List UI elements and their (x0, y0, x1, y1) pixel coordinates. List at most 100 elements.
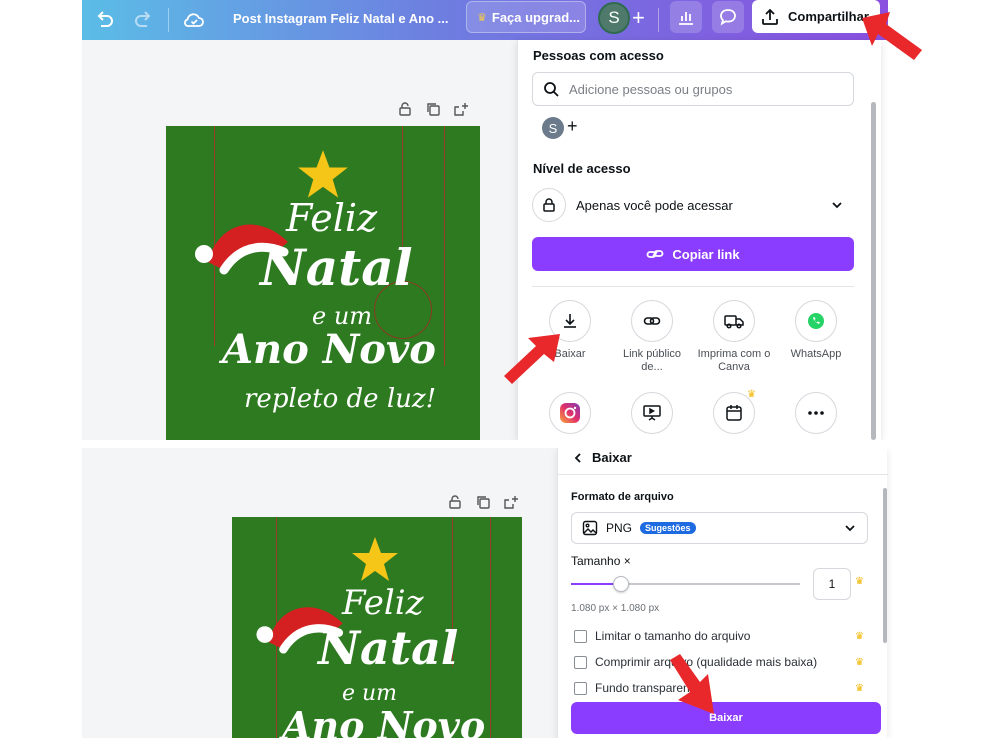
upgrade-label: Faça upgrad... (491, 9, 581, 25)
collaborator-avatar[interactable]: S (542, 117, 564, 139)
page-tools-2 (447, 494, 519, 510)
crown-icon: ♛ (855, 631, 864, 642)
chevron-left-icon (574, 452, 581, 463)
design-text-feliz: Feliz (286, 196, 378, 240)
arrow-annotation-download (504, 334, 560, 384)
ornament-string (444, 126, 445, 366)
download-view: Feliz Natal e um Ano Novo Baixar Formato… (0, 448, 984, 738)
print-option-label: Imprima com o Canva (697, 348, 771, 373)
access-level-title: Nível de acesso (533, 161, 631, 176)
checkbox-box[interactable] (574, 655, 587, 669)
add-page-icon[interactable] (503, 494, 519, 510)
size-input[interactable]: 1 (813, 568, 851, 600)
instagram-option[interactable] (530, 392, 610, 440)
suggestions-badge: Sugestões (640, 522, 696, 534)
public-link-option[interactable]: Link público de... (612, 300, 692, 374)
design-text-ano-novo: Ano Novo (282, 703, 486, 738)
lock-icon[interactable] (397, 101, 413, 117)
image-icon (582, 520, 598, 536)
top-toolbar: Post Instagram Feliz Natal e Ano ... ♛ F… (82, 0, 888, 40)
add-people-input[interactable]: Adicione pessoas ou grupos (532, 72, 854, 106)
more-options[interactable] (776, 392, 856, 440)
dimensions-text: 1.080 px × 1.080 px (571, 603, 660, 614)
access-level-value: Apenas você pode acessar (576, 197, 733, 213)
file-format-title: Formato de arquivo (571, 491, 674, 503)
arrow-annotation-share (862, 12, 922, 60)
comment-button[interactable] (712, 1, 744, 33)
present-icon (631, 392, 673, 434)
design-preview[interactable]: Feliz Natal e um Ano Novo repleto de luz… (166, 126, 480, 440)
share-view: Post Instagram Feliz Natal e Ano ... ♛ F… (0, 0, 984, 440)
insights-button[interactable] (670, 1, 702, 33)
redo-icon[interactable] (132, 8, 156, 32)
people-access-title: Pessoas com acesso (533, 48, 664, 63)
size-slider-handle[interactable] (613, 576, 630, 592)
crown-icon: ♛ (477, 11, 487, 24)
search-icon (544, 82, 559, 97)
user-avatar[interactable]: S (598, 2, 630, 34)
whatsapp-option[interactable]: WhatsApp (776, 300, 856, 361)
link-icon (631, 300, 673, 342)
print-option[interactable]: Imprima com o Canva (694, 300, 774, 374)
toolbar-divider (168, 8, 169, 32)
public-link-option-label: Link público de... (622, 348, 682, 373)
panel-scrollbar[interactable] (871, 102, 876, 440)
size-slider[interactable] (571, 576, 800, 592)
crown-icon: ♛ (855, 683, 864, 694)
add-collaborator-icon[interactable]: + (567, 116, 578, 137)
panel-scrollbar[interactable] (883, 488, 887, 643)
crown-icon: ♛ (855, 657, 864, 668)
instagram-icon (549, 392, 591, 434)
design-preview-2[interactable]: Feliz Natal e um Ano Novo (232, 517, 522, 738)
present-option[interactable] (612, 392, 692, 440)
design-text-ano-novo: Ano Novo (222, 326, 436, 373)
size-title: Tamanho × (571, 554, 631, 568)
file-format-value: PNG (606, 521, 633, 535)
duplicate-icon[interactable] (425, 101, 441, 117)
design-text-feliz: Feliz (342, 583, 424, 623)
copy-link-button[interactable]: Copiar link (532, 237, 854, 271)
back-to-share-button[interactable]: Baixar (572, 450, 632, 465)
link-icon (647, 250, 664, 258)
access-level-select[interactable]: Apenas você pode acessar (532, 186, 854, 224)
ornament-string (490, 517, 491, 738)
download-button[interactable]: Baixar (571, 702, 881, 734)
checkbox-box[interactable] (574, 629, 587, 643)
crown-icon: ♛ (855, 576, 864, 587)
file-format-select[interactable]: PNG Sugestões (571, 512, 868, 544)
add-people-placeholder: Adicione pessoas ou grupos (569, 81, 733, 97)
chevron-down-icon (845, 525, 855, 532)
upload-icon (762, 8, 778, 25)
chevron-down-icon (832, 202, 842, 209)
page-tools (397, 101, 469, 117)
design-text-repleto: repleto de luz! (244, 384, 437, 414)
schedule-option[interactable]: ♛ (694, 389, 774, 440)
checkbox-box[interactable] (574, 681, 587, 695)
copy-link-label: Copiar link (672, 246, 740, 262)
toolbar-divider-2 (658, 8, 659, 32)
share-panel: Pessoas com acesso Adicione pessoas ou g… (517, 40, 881, 440)
design-title[interactable]: Post Instagram Feliz Natal e Ano ... (233, 11, 449, 26)
undo-icon[interactable] (92, 8, 116, 32)
lock-icon[interactable] (447, 494, 463, 510)
bar-chart-icon (679, 12, 693, 25)
panel-divider (532, 286, 854, 287)
download-panel-title: Baixar (592, 450, 632, 465)
design-text-natal: Natal (318, 621, 459, 675)
comment-icon (720, 9, 736, 26)
star-icon (352, 537, 398, 581)
upgrade-button[interactable]: ♛ Faça upgrad... (466, 1, 586, 33)
whatsapp-option-label: WhatsApp (790, 348, 842, 360)
duplicate-icon[interactable] (475, 494, 491, 510)
crown-icon: ♛ (747, 389, 756, 400)
add-page-icon[interactable] (453, 101, 469, 117)
truck-icon (713, 300, 755, 342)
cloud-check-icon[interactable] (182, 8, 206, 32)
design-text-natal: Natal (260, 238, 413, 297)
add-collaborator-icon[interactable]: + (632, 5, 645, 31)
limit-size-checkbox[interactable]: Limitar o tamanho do arquivo (574, 629, 750, 643)
arrow-annotation-download-button (670, 654, 714, 714)
more-icon (795, 392, 837, 434)
limit-size-label: Limitar o tamanho do arquivo (595, 629, 751, 643)
panel-divider (558, 474, 888, 475)
